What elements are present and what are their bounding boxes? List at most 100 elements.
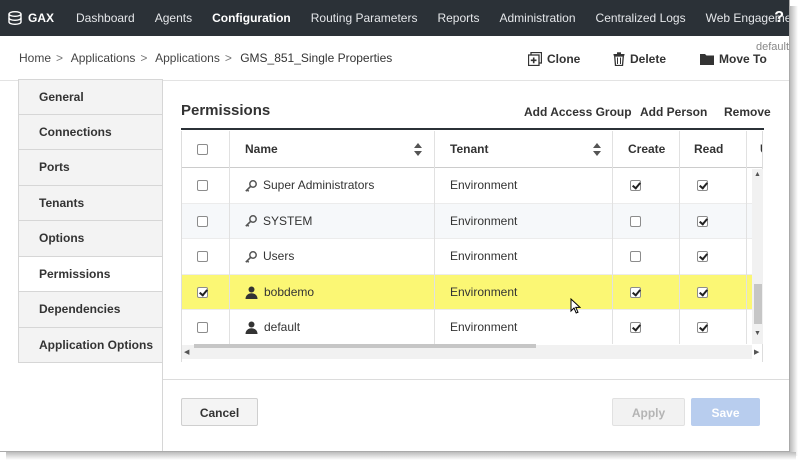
sidebar-item-tenants[interactable]: Tenants	[18, 185, 163, 221]
row-select-checkbox[interactable]	[197, 215, 208, 227]
create-checkbox[interactable]	[630, 180, 641, 191]
column-divider	[612, 131, 613, 344]
nav-centralized-logs[interactable]: Centralized Logs	[586, 0, 696, 36]
panel-title: Permissions	[181, 102, 271, 119]
scroll-up-icon[interactable]: ▲	[754, 171, 761, 178]
cancel-button[interactable]: Cancel	[181, 398, 258, 426]
create-checkbox[interactable]	[630, 322, 641, 333]
column-divider	[679, 131, 680, 344]
logo-text: GAX	[28, 11, 55, 25]
apply-button[interactable]: Apply	[612, 398, 685, 426]
column-divider	[746, 131, 747, 344]
tenant-cell: Environment	[450, 249, 518, 263]
table-row[interactable]: Users Environment	[182, 239, 752, 275]
nav-administration[interactable]: Administration	[490, 0, 586, 36]
name-cell: Users	[245, 239, 294, 274]
column-header-read[interactable]: Read	[694, 131, 723, 168]
gax-logo[interactable]: GAX	[0, 11, 66, 25]
save-button[interactable]: Save	[691, 398, 760, 426]
breadcrumb: Home > Applications > Applications > GMS_85…	[19, 51, 393, 65]
frame-shadow	[790, 6, 798, 456]
name-cell: bobdemo	[245, 275, 314, 310]
move-to-button[interactable]: Move To	[700, 52, 767, 66]
create-checkbox[interactable]	[630, 215, 641, 227]
vertical-scroll-thumb[interactable]	[754, 284, 762, 324]
sidebar-item-application-options[interactable]: Application Options	[18, 327, 163, 363]
tenant-cell: Environment	[450, 284, 518, 299]
tenant-cell: Environment	[450, 178, 518, 192]
table-header: Name Tenant Create Read U	[182, 131, 762, 168]
column-divider	[229, 131, 230, 344]
nav-agents[interactable]: Agents	[145, 0, 202, 36]
remove-button[interactable]: Remove	[724, 105, 771, 119]
person-icon	[245, 321, 258, 334]
folder-icon	[700, 54, 714, 65]
clone-icon	[528, 52, 542, 66]
name-cell: SYSTEM	[245, 204, 312, 239]
table-row[interactable]: default Environment	[182, 310, 752, 346]
scroll-right-icon[interactable]: ▶	[754, 348, 759, 356]
footer-divider	[163, 379, 789, 380]
nav-configuration[interactable]: Configuration	[202, 0, 301, 36]
column-header-create[interactable]: Create	[628, 131, 665, 168]
row-select-checkbox[interactable]	[197, 286, 208, 298]
breadcrumb-current: GMS_851_Single Properties	[240, 51, 393, 65]
name-cell: default	[245, 310, 300, 345]
tenant-cell: Environment	[450, 320, 518, 334]
sidebar-border	[162, 79, 163, 451]
read-checkbox[interactable]	[697, 180, 708, 191]
breadcrumb-applications-1[interactable]: Applications	[71, 51, 136, 65]
person-icon	[245, 286, 258, 299]
clone-button[interactable]: Clone	[528, 52, 580, 66]
sidebar-item-permissions[interactable]: Permissions	[18, 256, 163, 292]
add-person-button[interactable]: Add Person	[640, 105, 707, 119]
sidebar-item-connections[interactable]: Connections	[18, 114, 163, 150]
key-icon	[245, 179, 257, 192]
breadcrumb-home[interactable]: Home	[19, 51, 51, 65]
scroll-left-icon[interactable]: ◀	[184, 348, 189, 356]
create-checkbox[interactable]	[630, 286, 641, 298]
nav-reports[interactable]: Reports	[427, 0, 489, 36]
row-select-checkbox[interactable]	[197, 180, 208, 191]
sort-icon[interactable]	[593, 143, 601, 156]
column-header-name[interactable]: Name	[245, 131, 278, 168]
table-row-selected[interactable]: bobdemo Environment	[182, 274, 752, 310]
nav-routing-parameters[interactable]: Routing Parameters	[301, 0, 428, 36]
top-nav: GAX Dashboard Agents Configuration Routi…	[0, 0, 789, 36]
select-all-checkbox[interactable]	[197, 144, 208, 155]
sort-icon[interactable]	[414, 143, 422, 156]
row-select-checkbox[interactable]	[197, 322, 208, 333]
panel-title-rule	[181, 128, 764, 130]
key-icon	[245, 215, 257, 227]
name-cell: Super Administrators	[245, 168, 374, 203]
sidebar-item-general[interactable]: General	[18, 79, 163, 115]
add-access-group-button[interactable]: Add Access Group	[524, 105, 632, 119]
read-checkbox[interactable]	[697, 322, 708, 333]
create-checkbox[interactable]	[630, 251, 641, 262]
frame-shadow	[6, 452, 796, 460]
breadcrumb-applications-2[interactable]: Applications	[155, 51, 220, 65]
sidebar-item-options[interactable]: Options	[18, 221, 163, 257]
horizontal-scroll-thumb[interactable]	[194, 344, 536, 348]
table-row[interactable]: Super Administrators Environment	[182, 168, 752, 204]
database-icon	[8, 11, 22, 25]
table-row[interactable]: SYSTEM Environment	[182, 203, 752, 239]
delete-button[interactable]: Delete	[613, 52, 666, 66]
gax-window: GAX Dashboard Agents Configuration Routi…	[0, 0, 790, 452]
mouse-cursor-icon	[570, 298, 581, 314]
sidebar-item-ports[interactable]: Ports	[18, 150, 163, 186]
read-checkbox[interactable]	[697, 286, 708, 298]
help-button[interactable]: ?	[774, 0, 784, 36]
column-header-update[interactable]: U	[760, 131, 762, 168]
column-header-tenant[interactable]: Tenant	[450, 131, 488, 168]
key-icon	[245, 250, 257, 263]
trash-icon	[613, 52, 625, 66]
nav-dashboard[interactable]: Dashboard	[66, 0, 145, 36]
sidebar-item-dependencies[interactable]: Dependencies	[18, 292, 163, 328]
read-checkbox[interactable]	[697, 215, 708, 227]
row-select-checkbox[interactable]	[197, 251, 208, 262]
tenant-cell: Environment	[450, 213, 518, 228]
scroll-down-icon[interactable]: ▼	[754, 330, 761, 337]
sidebar: General Connections Ports Tenants Option…	[18, 79, 163, 363]
read-checkbox[interactable]	[697, 251, 708, 262]
